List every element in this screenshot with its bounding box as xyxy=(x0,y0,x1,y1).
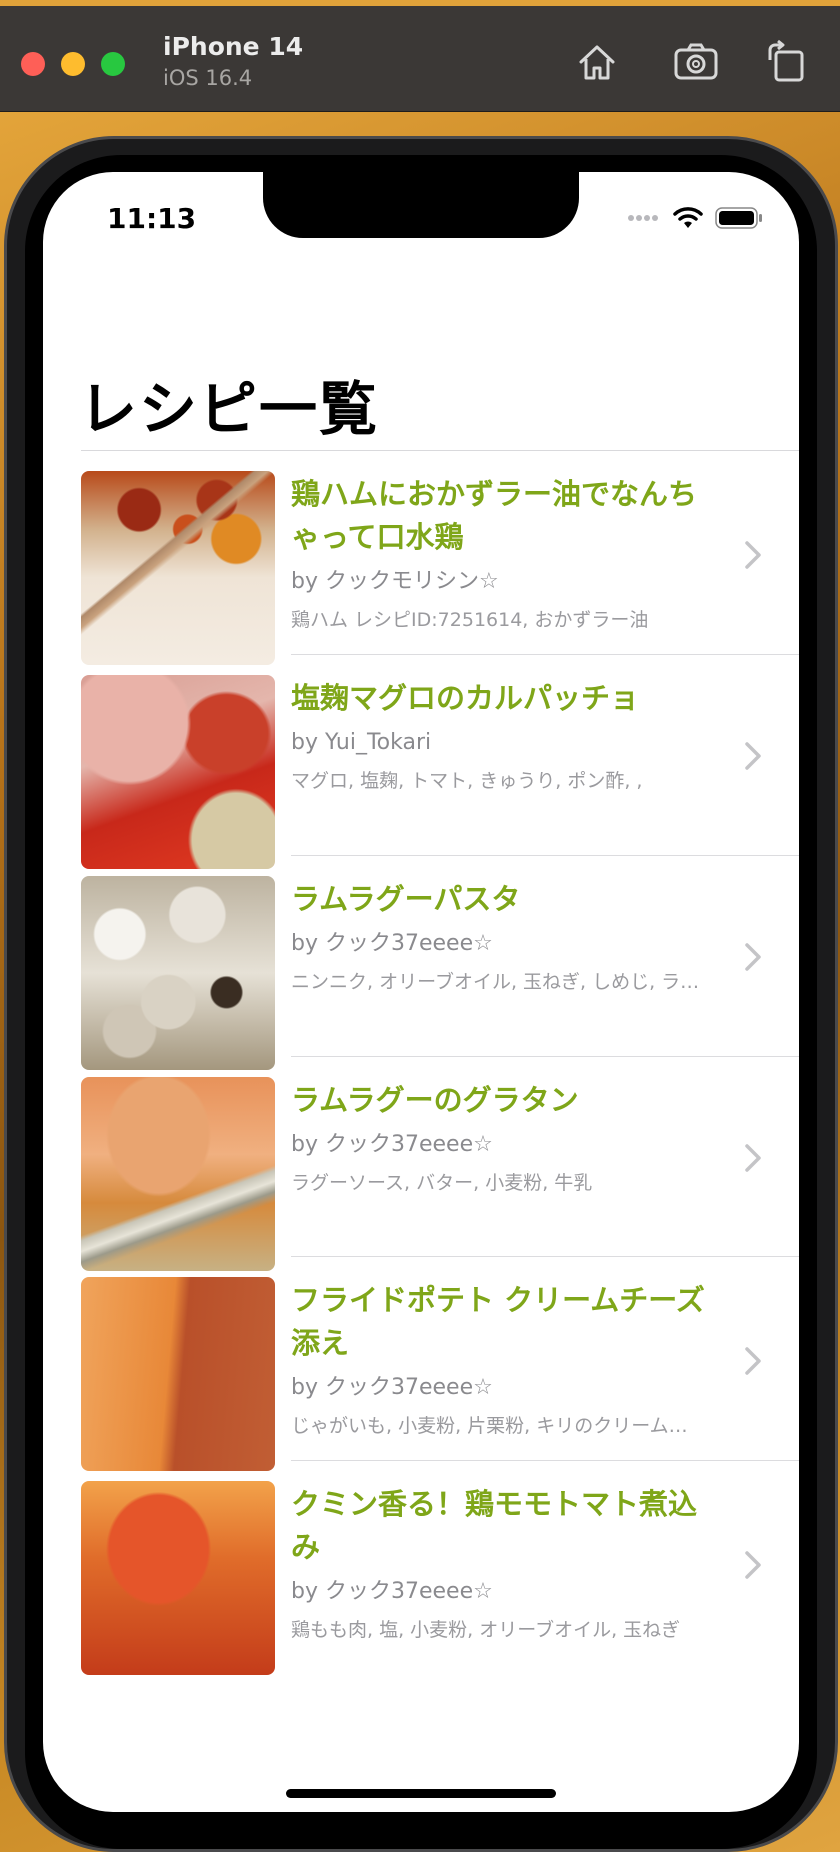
recipe-row[interactable]: 鶏ハムにおかずラー油でなんちゃって口水鶏 by クックモリシン☆ 鶏ハム レシピ… xyxy=(43,451,799,665)
recipe-ingredients: ニンニク, オリーブオイル, 玉ねぎ, しめじ, ラ… xyxy=(291,971,700,993)
recipe-author: by クック37eeee☆ xyxy=(291,1375,493,1400)
screenshot-camera-icon[interactable] xyxy=(672,38,720,86)
recipe-author: by クックモリシン☆ xyxy=(291,569,499,594)
recipe-title: フライドポテト クリームチーズ添え xyxy=(291,1283,705,1360)
home-indicator[interactable] xyxy=(286,1789,556,1798)
recipe-thumbnail xyxy=(81,876,275,1070)
recipe-author: by クック37eeee☆ xyxy=(291,1579,493,1604)
chevron-right-icon xyxy=(745,541,761,569)
recipe-ingredients: 鶏もも肉, 塩, 小麦粉, オリーブオイル, 玉ねぎ xyxy=(291,1619,681,1641)
recipe-ingredients: ラグーソース, バター, 小麦粉, 牛乳 xyxy=(291,1172,593,1194)
recipe-thumbnail xyxy=(81,471,275,665)
recipe-row[interactable]: 塩麹マグロのカルパッチョ by Yui_Tokari マグロ, 塩麹, トマト,… xyxy=(43,655,799,869)
chevron-right-icon xyxy=(745,1347,761,1375)
page-title: レシピ一覧 xyxy=(79,375,380,443)
chevron-right-icon xyxy=(745,742,761,770)
recipe-ingredients: じゃがいも, 小麦粉, 片栗粉, キリのクリーム… xyxy=(291,1415,688,1437)
recipe-thumbnail xyxy=(81,675,275,869)
simulator-title-bar: iPhone 14 iOS 16.4 xyxy=(0,0,840,112)
home-icon[interactable] xyxy=(573,38,621,86)
recipe-title: ラムラグーのグラタン xyxy=(291,1083,579,1117)
recipe-list[interactable]: 鶏ハムにおかずラー油でなんちゃって口水鶏 by クックモリシン☆ 鶏ハム レシピ… xyxy=(43,451,799,1675)
recipe-title: 塩麹マグロのカルパッチョ xyxy=(291,681,640,715)
recipe-thumbnail xyxy=(81,1481,275,1675)
minimize-window-button[interactable] xyxy=(61,52,85,76)
recipe-ingredients: マグロ, 塩麹, トマト, きゅうり, ポン酢, , xyxy=(291,770,643,792)
recipe-ingredients: 鶏ハム レシピID:7251614, おかずラー油 xyxy=(291,609,649,631)
chevron-right-icon xyxy=(745,1144,761,1172)
recipe-author: by Yui_Tokari xyxy=(291,730,432,755)
recipe-title: ラムラグーパスタ xyxy=(291,882,521,916)
rotate-device-icon[interactable] xyxy=(762,38,810,86)
wifi-icon xyxy=(673,207,703,228)
recipe-row[interactable]: ラムラグーパスタ by クック37eeee☆ ニンニク, オリーブオイル, 玉ね… xyxy=(43,856,799,1070)
chevron-right-icon xyxy=(745,1551,761,1579)
recipe-title: 鶏ハムにおかずラー油でなんちゃって口水鶏 xyxy=(291,477,698,554)
app-screen: 11:13 レシピ一覧 鶏ハムにおかずラー油でなんちゃって口水鶏 by クックモ… xyxy=(43,172,799,1812)
status-time: 11:13 xyxy=(107,202,197,235)
close-window-button[interactable] xyxy=(21,52,45,76)
recipe-thumbnail xyxy=(81,1077,275,1271)
recipe-author: by クック37eeee☆ xyxy=(291,931,493,956)
simulator-os-version: iOS 16.4 xyxy=(163,66,253,90)
status-indicators xyxy=(627,206,763,230)
recipe-title: クミン香る！鶏モモトマト煮込み xyxy=(291,1487,698,1564)
recipe-row[interactable]: ラムラグーのグラタン by クック37eeee☆ ラグーソース, バター, 小麦… xyxy=(43,1057,799,1271)
zoom-window-button[interactable] xyxy=(101,52,125,76)
device-notch xyxy=(263,172,579,238)
recipe-thumbnail xyxy=(81,1277,275,1471)
chevron-right-icon xyxy=(745,943,761,971)
recipe-row[interactable]: フライドポテト クリームチーズ添え by クック37eeee☆ じゃがいも, 小… xyxy=(43,1257,799,1471)
battery-icon xyxy=(715,207,762,229)
recipe-row[interactable]: クミン香る！鶏モモトマト煮込み by クック37eeee☆ 鶏もも肉, 塩, 小… xyxy=(43,1461,799,1675)
cellular-icon xyxy=(628,215,658,221)
recipe-author: by クック37eeee☆ xyxy=(291,1132,493,1157)
simulator-device-name: iPhone 14 xyxy=(163,32,304,61)
